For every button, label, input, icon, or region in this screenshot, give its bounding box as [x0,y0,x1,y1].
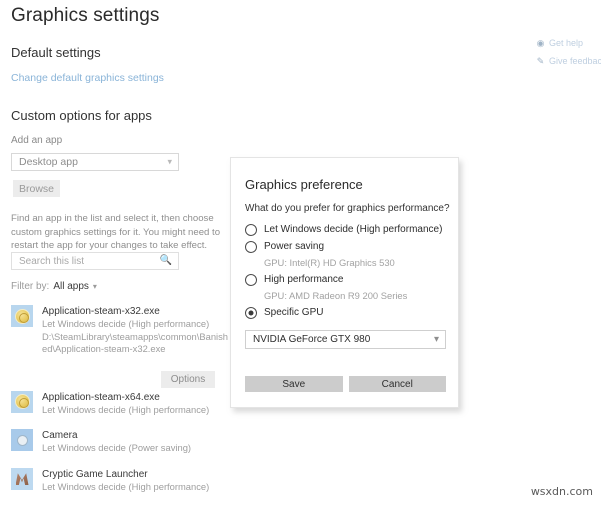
give-feedback-label: Give feedback [549,56,601,66]
app-type-dropdown[interactable]: Desktop app ▾ [11,153,179,171]
cryptic-app-icon [11,467,33,490]
radio-high-performance[interactable]: High performance [245,271,450,288]
filter-value: All apps [53,281,89,292]
app-name: Application-steam-x32.exe [42,306,160,317]
filter-by-control[interactable]: Filter by: All apps ▾ [11,281,97,292]
give-feedback-link[interactable]: ✎ Give feedback [535,55,601,67]
gpu-select-value: NVIDIA GeForce GTX 980 [253,334,371,345]
chevron-down-icon: ▾ [167,156,172,167]
helper-text: Find an app in the list and select it, t… [11,213,221,251]
chevron-down-icon: ▾ [433,333,439,345]
options-button[interactable]: Options [161,371,215,388]
radio-specific-gpu[interactable]: Specific GPU [245,304,450,321]
radio-label: Let Windows decide (High performance) [264,224,443,235]
app-type-value: Desktop app [19,156,78,168]
cancel-button[interactable]: Cancel [348,376,446,392]
app-path: D:\SteamLibrary\steamapps\common\Banishe… [42,330,229,355]
dialog-button-row: Save Cancel [245,376,446,392]
app-status: Let Windows decide (High performance) [42,403,210,415]
radio-power-saving[interactable]: Power saving [245,238,450,255]
search-input[interactable]: Search this list 🔍 [11,252,179,270]
graphics-preference-radio-group: Let Windows decide (High performance) Po… [245,221,450,321]
search-placeholder: Search this list [19,255,85,267]
change-default-graphics-settings-link[interactable]: Change default graphics settings [11,72,164,84]
feedback-icon: ✎ [536,55,545,66]
radio-label: High performance [264,274,344,285]
app-name: Cryptic Game Launcher [42,468,148,480]
gpu-note-power-saving: GPU: Intel(R) HD Graphics 530 [264,257,395,268]
page-title: Graphics settings [11,5,160,26]
get-help-label: Get help [549,38,584,48]
radio-unselected-icon [245,223,257,236]
radio-unselected-icon [245,240,257,253]
app-status: Let Windows decide (Power saving) [42,442,192,453]
gpu-select-dropdown[interactable]: NVIDIA GeForce GTX 980 ▾ [245,330,446,349]
watermark: wsxdn.com [530,485,593,498]
search-icon: 🔍 [159,255,172,266]
radio-label: Power saving [264,241,325,252]
gpu-note-high-performance: GPU: AMD Radeon R9 200 Series [264,290,408,301]
radio-let-windows-decide[interactable]: Let Windows decide (High performance) [245,221,450,238]
camera-app-icon [11,429,33,451]
app-list: Application-steam-x32.exe Let Windows de… [0,298,240,499]
save-button[interactable]: Save [245,376,343,392]
dialog-title: Graphics preference [245,177,363,192]
help-question-icon: ◉ [536,37,545,48]
list-item[interactable]: Cryptic Game Launcher Let Windows decide… [0,461,240,500]
help-links: ◉ Get help ✎ Give feedback [535,38,601,74]
browse-button[interactable]: Browse [13,180,60,197]
steam-app-icon [11,305,33,327]
get-help-link[interactable]: ◉ Get help [535,37,601,49]
steam-app-icon [11,390,33,413]
section-heading-default-settings: Default settings [11,45,101,60]
list-item[interactable]: Camera Let Windows decide (Power saving) [0,422,240,461]
add-an-app-label: Add an app [11,135,63,146]
graphics-preference-dialog: Graphics preference What do you prefer f… [230,157,459,408]
list-item[interactable]: Application-steam-x64.exe Let Windows de… [0,384,240,423]
radio-label: Specific GPU [264,307,324,318]
app-status: Let Windows decide (High performance) [42,480,210,492]
filter-label: Filter by: [11,281,50,292]
section-heading-custom-options: Custom options for apps [11,108,152,123]
chevron-down-icon: ▾ [92,282,97,291]
list-item[interactable]: Application-steam-x32.exe Let Windows de… [0,298,240,362]
app-status: Let Windows decide (High performance) [42,318,210,329]
radio-unselected-icon [245,273,257,286]
radio-selected-icon [245,306,257,319]
dialog-question: What do you prefer for graphics performa… [245,203,450,214]
app-name: Application-steam-x64.exe [42,391,160,403]
app-name: Camera [42,430,78,441]
